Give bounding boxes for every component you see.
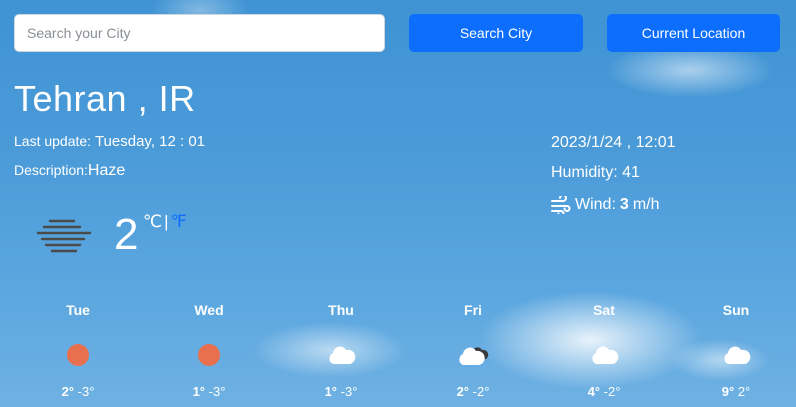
last-update-value: Tuesday, 12 : 01 (94, 133, 206, 150)
forecast-min: -3° (340, 384, 358, 399)
last-update: Last update: Tuesday, 12 : 01 (14, 133, 205, 150)
dark-cloud-icon (459, 347, 489, 365)
search-input[interactable] (14, 14, 385, 52)
wind-unit: m/h (632, 196, 660, 213)
current-temperature: 2 (114, 210, 139, 259)
forecast-temps: 4° -2° (538, 384, 670, 399)
wind-icon (551, 196, 571, 214)
forecast-max: 1° (324, 384, 338, 399)
forecast-min: 2° (737, 384, 751, 399)
celsius-unit[interactable]: ℃ (143, 212, 162, 231)
weather-description: Description:Haze (14, 162, 125, 180)
forecast-day: Sat 4° -2° (538, 302, 670, 399)
wind-speed: 3 (619, 196, 629, 213)
forecast-min: -2° (472, 384, 490, 399)
description-label: Description: (14, 162, 88, 178)
forecast-max: 9° (721, 384, 735, 399)
humidity-label: Humidity: (551, 164, 618, 181)
cloud-icon (592, 346, 619, 364)
unit-separator: | (164, 212, 169, 231)
forecast-day: Thu 1° -3° (275, 302, 407, 399)
forecast-day: Wed 1° -3° (143, 302, 275, 399)
forecast-day: Sun 9° 2° (670, 302, 796, 399)
wind-label: Wind: (575, 196, 616, 213)
forecast-day: Fri 2° -2° (407, 302, 539, 399)
forecast-day-name: Sat (593, 302, 615, 318)
search-city-button[interactable]: Search City (409, 14, 583, 52)
forecast-temps: 1° -3° (275, 384, 407, 399)
forecast-max: 2° (456, 384, 470, 399)
sun-icon (198, 344, 220, 366)
forecast-temps: 1° -3° (143, 384, 275, 399)
haze-icon (36, 219, 92, 253)
sun-icon (67, 344, 89, 366)
wind: Wind: 3 m/h (551, 192, 676, 218)
cloud-icon (329, 346, 356, 364)
humidity-value: 41 (622, 164, 640, 181)
forecast-min: -2° (603, 384, 621, 399)
forecast-temps: 2° -2° (407, 384, 539, 399)
forecast-day-name: Thu (328, 302, 354, 318)
forecast-temps: 9° 2° (670, 384, 796, 399)
forecast-day-name: Wed (194, 302, 224, 318)
forecast-min: -3° (77, 384, 95, 399)
description-value: Haze (87, 162, 126, 179)
forecast-day-name: Tue (66, 302, 90, 318)
forecast-day: Tue 2° -3° (12, 302, 144, 399)
humidity: Humidity: 41 (551, 164, 676, 190)
forecast-min: -3° (208, 384, 226, 399)
forecast-temps: 2° -3° (12, 384, 144, 399)
forecast-max: 1° (192, 384, 206, 399)
city-title: Tehran , IR (14, 78, 196, 119)
unit-toggle: ℃ | ℉ (143, 212, 187, 232)
forecast-max: 2° (61, 384, 75, 399)
current-datetime: 2023/1/24 , 12:01 (551, 134, 676, 151)
cloud-icon (724, 346, 751, 364)
current-location-button[interactable]: Current Location (607, 14, 780, 52)
last-update-label: Last update: (14, 133, 92, 149)
forecast-day-name: Fri (464, 302, 482, 318)
forecast-max: 4° (587, 384, 601, 399)
current-details: 2023/1/24 , 12:01 Humidity: 41 Wind: 3 m… (551, 134, 676, 218)
forecast-day-name: Sun (722, 302, 750, 318)
fahrenheit-unit-link[interactable]: ℉ (171, 212, 187, 231)
